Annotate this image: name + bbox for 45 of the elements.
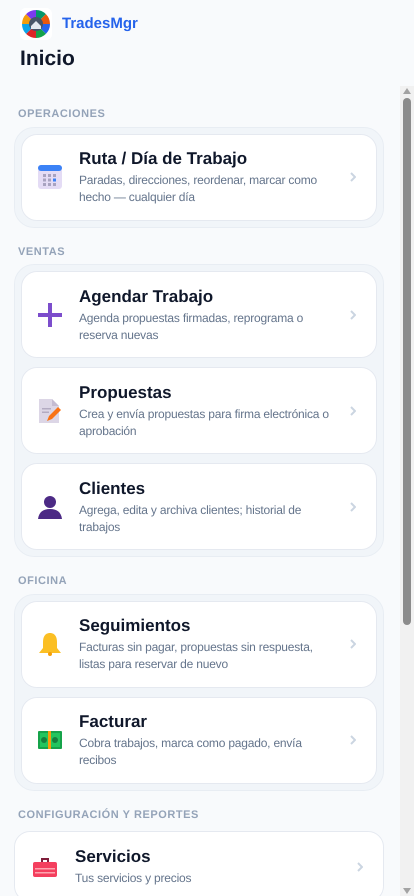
card-description: Cobra trabajos, marca como pagado, envía recibos bbox=[79, 735, 303, 770]
chevron-right-icon bbox=[350, 310, 356, 320]
card-title: Facturar bbox=[79, 711, 148, 732]
chevron-right-icon bbox=[350, 735, 356, 746]
menu-card[interactable]: Seguimientos Facturas sin pagar, propuestas sin respuesta, listas para reservar de nuevo bbox=[21, 600, 377, 688]
chevron-right-icon bbox=[350, 172, 356, 182]
toolbox-icon bbox=[33, 856, 57, 877]
card-title: Propuestas bbox=[79, 382, 173, 403]
menu-card[interactable]: Ruta / Día de Trabajo Paradas, direcciones, reordenar, marcar como hecho — cualquier día bbox=[21, 134, 377, 221]
section-label: OPERACIONES bbox=[17, 107, 106, 122]
plus-icon bbox=[38, 302, 62, 327]
card-title: Ruta / Día de Trabajo bbox=[79, 148, 248, 170]
scroll-up-icon[interactable] bbox=[403, 88, 411, 94]
chevron-right-icon bbox=[350, 406, 356, 416]
section-label: CONFIGURACIÓN Y REPORTES bbox=[17, 807, 200, 823]
card-description: Agenda propuestas firmadas, reprograma o reserva nuevas bbox=[79, 310, 304, 344]
document-edit-icon bbox=[39, 398, 61, 423]
card-title: Servicios bbox=[75, 846, 152, 868]
chevron-right-icon bbox=[350, 639, 356, 650]
card-description: Agrega, edita y archiva clientes; historial de trabajos bbox=[79, 502, 302, 536]
money-icon bbox=[38, 731, 62, 750]
brand-name: TradesMgr bbox=[62, 14, 138, 34]
menu-card[interactable]: Facturar Cobra trabajos, marca como pagado, envía recibos bbox=[21, 696, 377, 784]
chevron-right-icon bbox=[350, 502, 356, 512]
menu-card[interactable]: Agendar Trabajo Agenda propuestas firmadas, reprograma o reserva nuevas bbox=[21, 271, 377, 358]
bell-icon bbox=[38, 632, 62, 656]
card-description: Facturas sin pagar, propuestas sin respuesta, listas para reservar de nuevo bbox=[79, 639, 314, 674]
section-label: VENTAS bbox=[17, 244, 66, 260]
calendar-icon bbox=[38, 165, 62, 190]
menu-card[interactable]: Propuestas Crea y envía propuestas para firma electrónica o aprobación bbox=[21, 367, 377, 454]
scrollbar[interactable] bbox=[400, 86, 414, 896]
scroll-down-icon[interactable] bbox=[403, 888, 411, 894]
card-description: Tus servicios y precios bbox=[75, 870, 192, 888]
chevron-right-icon bbox=[357, 862, 363, 872]
page-title: Inicio bbox=[20, 46, 76, 72]
person-icon bbox=[38, 494, 62, 519]
logo-icon bbox=[20, 8, 52, 40]
menu-card[interactable]: Clientes Agrega, edita y archiva clientes; historial de trabajos bbox=[21, 463, 377, 550]
card-description: Crea y envía propuestas para firma electrónica o aprobación bbox=[79, 406, 330, 440]
card-title: Seguimientos bbox=[79, 615, 192, 636]
menu-card[interactable]: Servicios Tus servicios y precios bbox=[14, 831, 384, 896]
card-description: Paradas, direcciones, reordenar, marcar como hecho — cualquier día bbox=[79, 172, 318, 206]
card-title: Clientes bbox=[79, 478, 146, 499]
card-title: Agendar Trabajo bbox=[79, 286, 214, 307]
section-label: OFICINA bbox=[17, 574, 68, 590]
